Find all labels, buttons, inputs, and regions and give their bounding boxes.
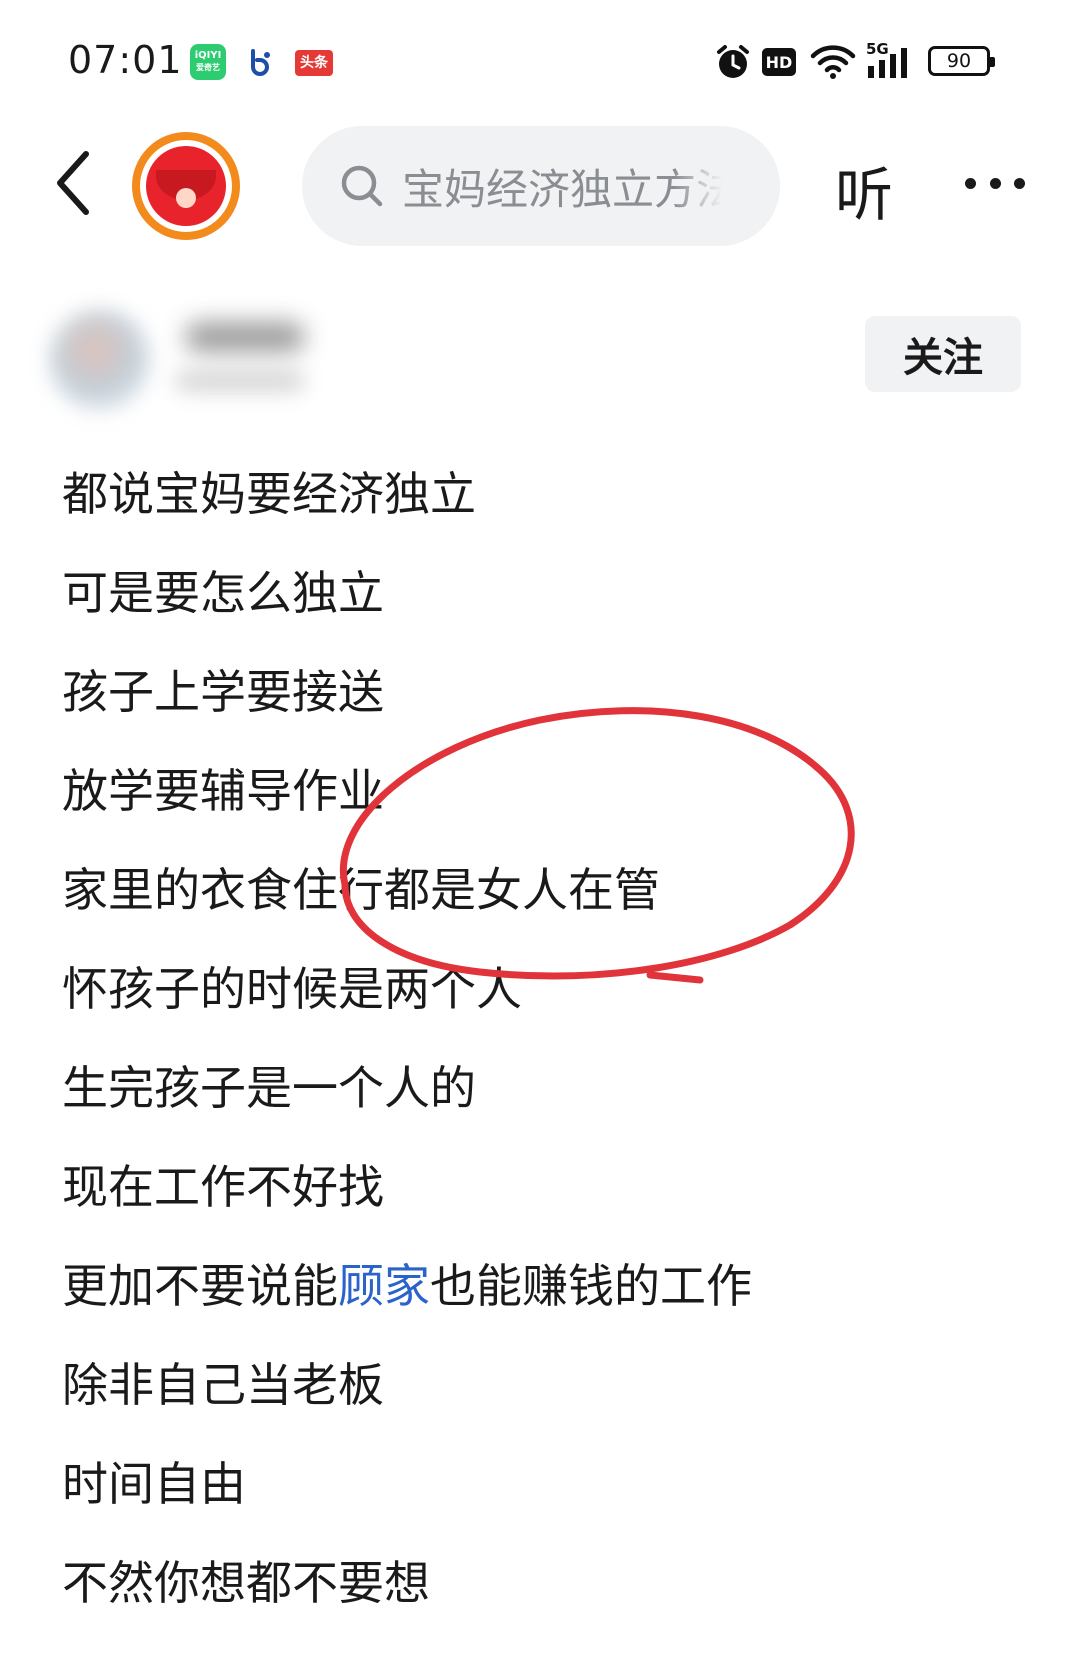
author-meta-blurred: [175, 370, 305, 392]
status-bar: 07:01 iQIYI 爱奇艺 头条 HD 5G 90: [0, 0, 1080, 110]
battery-icon: 90: [928, 46, 995, 76]
baidu-app-icon: [245, 44, 275, 80]
post-line: 放学要辅导作业: [62, 764, 384, 818]
red-packet-icon: [146, 146, 226, 226]
status-time: 07:01: [68, 38, 183, 82]
red-packet-button[interactable]: [132, 132, 240, 240]
post-line: 可是要怎么独立: [62, 566, 384, 620]
post-line: 怀孩子的时候是两个人: [62, 962, 522, 1016]
post-line-with-link: 更加不要说能顾家也能赚钱的工作: [62, 1237, 1042, 1336]
iqiyi-app-icon: iQIYI 爱奇艺: [190, 44, 226, 80]
post-line: 时间自由: [62, 1457, 246, 1511]
search-placeholder: 宝妈经济独立方法: [402, 164, 722, 214]
signal-icon: [868, 48, 907, 78]
follow-button[interactable]: 关注: [865, 316, 1021, 392]
author-row: 关注: [0, 300, 1080, 410]
iqiyi-label-bottom: 爱奇艺: [196, 63, 220, 72]
toutiao-app-icon: 头条: [295, 50, 333, 76]
post-line: 生完孩子是一个人的: [62, 1061, 476, 1115]
search-input[interactable]: 宝妈经济独立方法: [302, 126, 780, 246]
post-line: 现在工作不好找: [62, 1160, 384, 1214]
post-line: 除非自己当老板: [62, 1358, 384, 1412]
post-line: 不然你想都不要想: [62, 1556, 430, 1610]
post-line-text: 也能赚钱的工作: [430, 1259, 752, 1313]
post-line: 孩子上学要接送: [62, 665, 384, 719]
author-name-blurred[interactable]: [185, 322, 305, 352]
alarm-icon: [717, 45, 749, 78]
iqiyi-label-top: iQIYI: [194, 50, 222, 61]
wifi-icon: [810, 45, 856, 79]
post-body: 都说宝妈要经济独立 可是要怎么独立 孩子上学要接送 放学要辅导作业 家里的衣食住…: [62, 445, 1042, 1633]
back-arrow-icon[interactable]: [52, 148, 92, 218]
header-bar: 宝妈经济独立方法 听: [0, 118, 1080, 248]
post-line: 家里的衣食住行都是女人在管: [62, 863, 660, 917]
post-page: 07:01 iQIYI 爱奇艺 头条 HD 5G 90 宝妈经济独立方法 听 关…: [0, 0, 1080, 1653]
post-line-text: 更加不要说能: [62, 1259, 338, 1313]
more-options-icon[interactable]: [965, 178, 1025, 192]
author-avatar[interactable]: [50, 310, 150, 410]
hd-icon: HD: [762, 48, 796, 76]
battery-level: 90: [946, 50, 972, 72]
listen-button[interactable]: 听: [835, 148, 893, 232]
search-keyword-link[interactable]: 顾家: [338, 1259, 430, 1313]
search-icon: [341, 165, 383, 207]
post-line: 都说宝妈要经济独立: [62, 467, 476, 521]
